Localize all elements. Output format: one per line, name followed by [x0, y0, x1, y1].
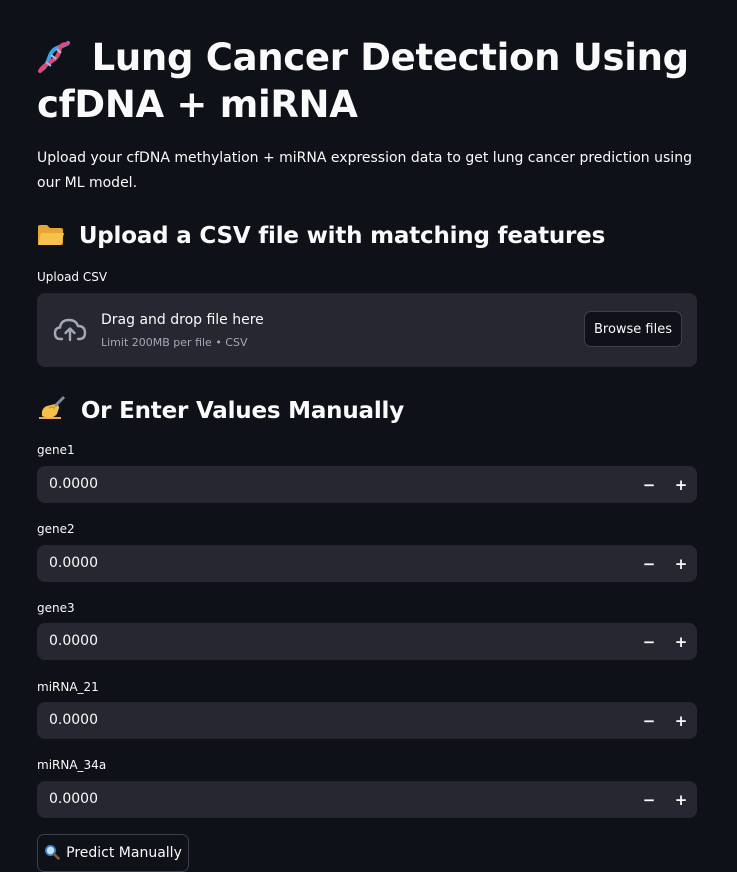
number-input-value[interactable]: 0.0000 — [49, 633, 98, 649]
field-label: gene2 — [37, 522, 75, 536]
field-label: gene3 — [37, 601, 75, 615]
manual-heading-text: Or Enter Values Manually — [80, 398, 404, 424]
field-label: miRNA_34a — [37, 758, 107, 772]
writing-hand-icon — [37, 394, 67, 426]
number-input-value[interactable]: 0.0000 — [49, 712, 98, 728]
number-input-gene2[interactable]: 0.0000 − + — [37, 545, 697, 582]
increment-button[interactable]: + — [665, 623, 697, 660]
upload-heading: Upload a CSV file with matching features — [37, 221, 605, 251]
intro-text: Upload your cfDNA methylation + miRNA ex… — [37, 150, 692, 191]
folder-icon — [37, 221, 65, 251]
decrement-button[interactable]: − — [633, 466, 665, 503]
field-label: gene1 — [37, 443, 75, 457]
predict-button-label: Predict Manually — [66, 845, 182, 861]
increment-button[interactable]: + — [665, 545, 697, 582]
file-dropzone[interactable]: Drag and drop file here Limit 200MB per … — [37, 293, 697, 367]
number-input-value[interactable]: 0.0000 — [49, 476, 98, 492]
magnifier-icon — [44, 844, 60, 862]
decrement-button[interactable]: − — [633, 623, 665, 660]
page-title-text: Lung Cancer Detection Using cfDNA + miRN… — [37, 36, 689, 126]
number-input-value[interactable]: 0.0000 — [49, 555, 98, 571]
number-input-mirna-21[interactable]: 0.0000 − + — [37, 702, 697, 739]
number-input-gene1[interactable]: 0.0000 − + — [37, 466, 697, 503]
decrement-button[interactable]: − — [633, 545, 665, 582]
number-input-gene3[interactable]: 0.0000 − + — [37, 623, 697, 660]
number-input-value[interactable]: 0.0000 — [49, 791, 98, 807]
manual-heading: Or Enter Values Manually — [37, 394, 404, 426]
decrement-button[interactable]: − — [633, 781, 665, 818]
page-title: Lung Cancer Detection Using cfDNA + miRN… — [37, 34, 697, 128]
predict-manually-button[interactable]: Predict Manually — [37, 834, 189, 872]
dropzone-limit: Limit 200MB per file • CSV — [101, 336, 248, 349]
upload-csv-label: Upload CSV — [37, 270, 108, 284]
increment-button[interactable]: + — [665, 781, 697, 818]
increment-button[interactable]: + — [665, 466, 697, 503]
dropzone-title: Drag and drop file here — [101, 312, 264, 328]
field-label: miRNA_21 — [37, 680, 99, 694]
decrement-button[interactable]: − — [633, 702, 665, 739]
increment-button[interactable]: + — [665, 702, 697, 739]
cloud-upload-icon — [53, 317, 87, 343]
number-input-mirna-34a[interactable]: 0.0000 − + — [37, 781, 697, 818]
dna-icon — [37, 34, 71, 81]
browse-files-button[interactable]: Browse files — [584, 311, 682, 347]
upload-heading-text: Upload a CSV file with matching features — [78, 223, 606, 249]
